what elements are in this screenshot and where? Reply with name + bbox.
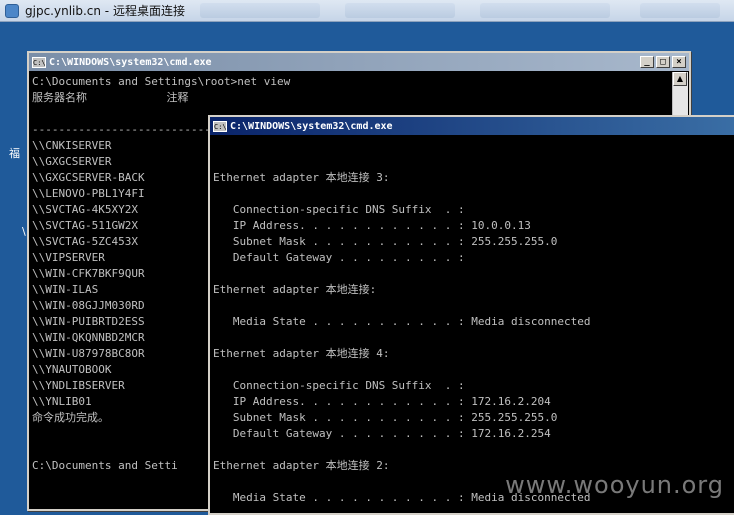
blurred-tab (480, 3, 610, 18)
window-title: C:\WINDOWS\system32\cmd.exe (49, 56, 212, 68)
scroll-up-icon[interactable]: ▲ (673, 72, 687, 86)
console-line: Connection-specific DNS Suffix . : (213, 203, 465, 216)
console-line: IP Address. . . . . . . . . . . . : 172.… (213, 395, 551, 408)
watermark: www.wooyun.org (505, 471, 724, 499)
remote-desktop-icon (5, 3, 19, 18)
rdp-titlebar[interactable]: gjpc.ynlib.cn - 远程桌面连接 (0, 0, 734, 22)
console-line: Ethernet adapter 本地连接: (213, 283, 377, 296)
console-output[interactable]: Ethernet adapter 本地连接 3: Connection-spec… (213, 138, 733, 514)
window-titlebar[interactable]: C:\ C:\WINDOWS\system32\cmd.exe (210, 117, 734, 135)
console-line: IP Address. . . . . . . . . . . . : 10.0… (213, 219, 531, 232)
desktop-label: 福 (9, 147, 20, 160)
window-titlebar[interactable]: C:\ C:\WINDOWS\system32\cmd.exe _ □ × (29, 53, 689, 71)
blurred-tab (345, 3, 455, 18)
minimize-button[interactable]: _ (640, 56, 654, 68)
console-line: Subnet Mask . . . . . . . . . . . : 255.… (213, 411, 558, 424)
maximize-button[interactable]: □ (656, 56, 670, 68)
cmd-icon: C:\ (213, 120, 227, 132)
console-line: Default Gateway . . . . . . . . . : 172.… (213, 427, 551, 440)
blurred-tab (200, 3, 320, 18)
cmd-window-ipconfig[interactable]: C:\ C:\WINDOWS\system32\cmd.exe Ethernet… (208, 115, 734, 515)
console-line: C:\Documents and Settings\root>net view (32, 75, 291, 88)
console-line: Default Gateway . . . . . . . . . : (213, 251, 465, 264)
blurred-tab (640, 3, 720, 18)
console-line: Ethernet adapter 本地连接 4: (213, 347, 390, 360)
close-button[interactable]: × (672, 56, 686, 68)
console-line: 服务器名称 注释 (32, 91, 189, 104)
console-line: Ethernet adapter 本地连接 3: (213, 171, 390, 184)
console-line: Subnet Mask . . . . . . . . . . . : 255.… (213, 235, 558, 248)
console-line: Media State . . . . . . . . . . . : Medi… (213, 315, 591, 328)
console-line: Connection-specific DNS Suffix . : (213, 379, 465, 392)
desktop-label: \ (22, 225, 26, 238)
cmd-icon: C:\ (32, 56, 46, 68)
rdp-title: gjpc.ynlib.cn - 远程桌面连接 (25, 4, 185, 18)
window-title: C:\WINDOWS\system32\cmd.exe (230, 120, 393, 132)
